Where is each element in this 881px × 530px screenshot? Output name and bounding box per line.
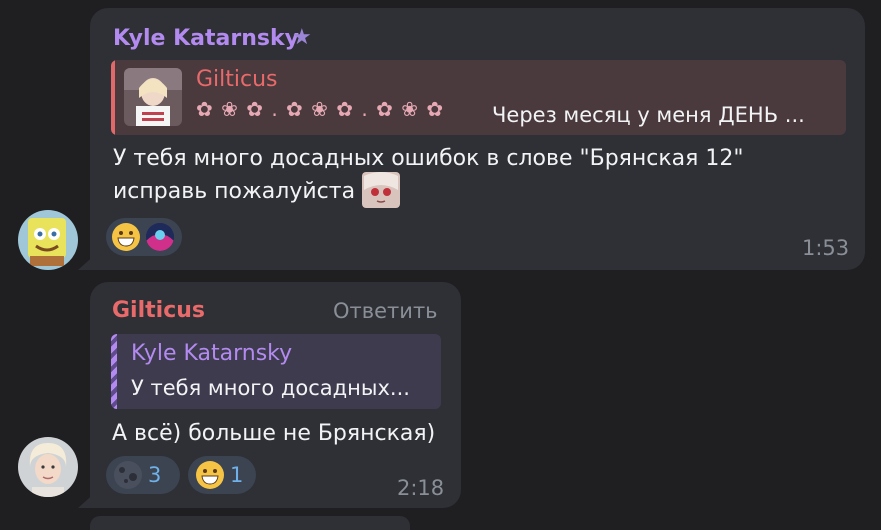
sender-name[interactable]: Gilticus <box>112 298 205 323</box>
next-message-edge <box>90 516 410 530</box>
sticker-emojis: ✿ ❀ ✿ . ✿ ❀ ✿ . ✿ ❀ ✿ <box>196 97 445 121</box>
message-text: А всё) больше не Брянская) <box>112 421 436 446</box>
reply-button[interactable]: Ответить <box>333 299 438 323</box>
quote-bar <box>111 334 117 409</box>
reaction-new-moon[interactable]: 3 <box>106 456 180 494</box>
avatar-kyle[interactable] <box>18 210 78 270</box>
quoted-text: У тебя много досадных... <box>131 376 410 400</box>
grinning-face-icon <box>196 461 224 489</box>
grinning-face-icon <box>112 223 140 251</box>
quoted-author: Gilticus <box>196 67 278 92</box>
quoted-thumbnail <box>124 68 182 126</box>
message-time: 2:18 <box>397 476 445 500</box>
reaction-count: 3 <box>148 463 162 487</box>
quoted-text: Через месяц у меня ДЕНЬ ... <box>492 103 805 127</box>
message-text-line2: исправь пожалуйста <box>113 179 356 204</box>
star-icon: ★ <box>292 25 312 50</box>
quote-bar <box>111 60 115 135</box>
avatar-gilticus[interactable] <box>18 437 78 497</box>
reaction-group[interactable] <box>106 218 182 256</box>
reaction-count: 1 <box>230 463 244 487</box>
new-moon-face-icon <box>114 461 142 489</box>
anime-emoji-icon <box>362 172 400 208</box>
message-text-line1: У тебя много досадных ошибок в слове "Бр… <box>113 146 744 171</box>
sender-name[interactable]: Kyle Katarnsky <box>113 26 299 51</box>
reaction-grinning[interactable]: 1 <box>188 456 256 494</box>
quoted-author: Kyle Katarnsky <box>131 341 293 366</box>
custom-reaction-avatar-icon <box>146 223 174 251</box>
message-time: 1:53 <box>802 236 850 260</box>
